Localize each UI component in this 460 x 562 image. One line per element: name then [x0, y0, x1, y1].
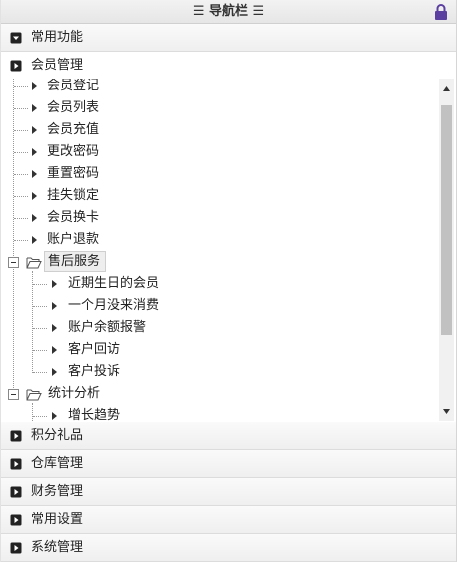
tree-item-arrow-icon — [52, 324, 57, 332]
tree-item-member-card-replace[interactable]: 会员换卡 — [47, 207, 99, 229]
tree-item-arrow-icon — [32, 148, 37, 156]
tree-folder-statistics[interactable]: 统计分析 — [48, 383, 100, 405]
section-label: 积分礼品 — [31, 428, 84, 443]
nav-header: ☰ 导航栏 ☰ — [1, 0, 456, 24]
section-points-gifts[interactable]: 积分礼品 — [1, 422, 456, 450]
collapse-toggle-icon — [10, 32, 22, 44]
tree-item-customer-complaint[interactable]: 客户投诉 — [68, 361, 120, 383]
tree-item-change-password[interactable]: 更改密码 — [47, 141, 99, 163]
tree-item-balance-alert[interactable]: 账户余额报警 — [68, 317, 146, 339]
tree-item-reset-password[interactable]: 重置密码 — [47, 163, 99, 185]
expand-toggle-icon — [10, 514, 22, 526]
tree-item-growth-trend[interactable]: 增长趋势 — [68, 405, 120, 421]
expand-toggle-icon — [10, 430, 22, 442]
tree-item-arrow-icon — [52, 412, 57, 420]
tree-item-arrow-icon — [32, 236, 37, 244]
tree-item-recent-birthday[interactable]: 近期生日的会员 — [68, 273, 159, 295]
section-label: 常用功能 — [31, 30, 84, 45]
scrollbar-thumb[interactable] — [441, 105, 452, 335]
collapse-node-icon[interactable] — [8, 257, 19, 268]
tree-item-member-list[interactable]: 会员列表 — [47, 97, 99, 119]
member-tree: 会员登记 会员列表 会员充值 更改密码 重置密码 挂失锁定 会员换卡 账户退款 … — [1, 79, 456, 421]
navigation-panel: ☰ 导航栏 ☰ 常用功能 会员管理 会员登记 会员列表 会员充值 更改密码 重置… — [0, 0, 457, 562]
tree-item-arrow-icon — [32, 214, 37, 222]
section-label: 系统管理 — [31, 540, 84, 555]
section-label: 财务管理 — [31, 484, 84, 499]
tree-item-customer-revisit[interactable]: 客户回访 — [68, 339, 120, 361]
lock-icon[interactable] — [434, 4, 448, 20]
tree-item-arrow-icon — [52, 368, 57, 376]
section-label: 常用设置 — [31, 512, 84, 527]
section-system-management[interactable]: 系统管理 — [1, 534, 456, 562]
tree-item-arrow-icon — [52, 302, 57, 310]
tree-item-arrow-icon — [32, 104, 37, 112]
expand-toggle-icon — [10, 486, 22, 498]
tree-scrollbar[interactable] — [439, 79, 454, 421]
tree-item-arrow-icon — [52, 346, 57, 354]
scroll-up-arrow-icon[interactable] — [439, 81, 454, 96]
expand-toggle-icon — [10, 458, 22, 470]
section-warehouse-management[interactable]: 仓库管理 — [1, 450, 456, 478]
section-label: 仓库管理 — [31, 456, 84, 471]
section-common-settings[interactable]: 常用设置 — [1, 506, 456, 534]
expand-toggle-icon — [10, 542, 22, 554]
collapse-node-icon[interactable] — [8, 389, 19, 400]
tree-item-report-loss-lock[interactable]: 挂失锁定 — [47, 185, 99, 207]
section-finance-management[interactable]: 财务管理 — [1, 478, 456, 506]
expand-toggle-icon — [10, 60, 22, 72]
section-member-management[interactable]: 会员管理 — [1, 52, 456, 80]
tree-item-arrow-icon — [32, 126, 37, 134]
tree-item-arrow-icon — [52, 280, 57, 288]
folder-open-icon — [26, 257, 42, 269]
tree-item-account-refund[interactable]: 账户退款 — [47, 229, 99, 251]
tree-item-member-recharge[interactable]: 会员充值 — [47, 119, 99, 141]
section-label: 会员管理 — [31, 58, 84, 73]
tree-item-arrow-icon — [32, 192, 37, 200]
tree-item-arrow-icon — [32, 82, 37, 90]
scroll-down-arrow-icon[interactable] — [439, 404, 454, 419]
tree-item-no-consumption-month[interactable]: 一个月没来消费 — [68, 295, 159, 317]
tree-item-arrow-icon — [32, 170, 37, 178]
folder-open-icon — [26, 389, 42, 401]
tree-item-member-register[interactable]: 会员登记 — [47, 79, 99, 97]
section-common-functions[interactable]: 常用功能 — [1, 24, 456, 52]
nav-title: ☰ 导航栏 ☰ — [192, 4, 265, 19]
tree-folder-after-sales[interactable]: 售后服务 — [48, 251, 100, 273]
